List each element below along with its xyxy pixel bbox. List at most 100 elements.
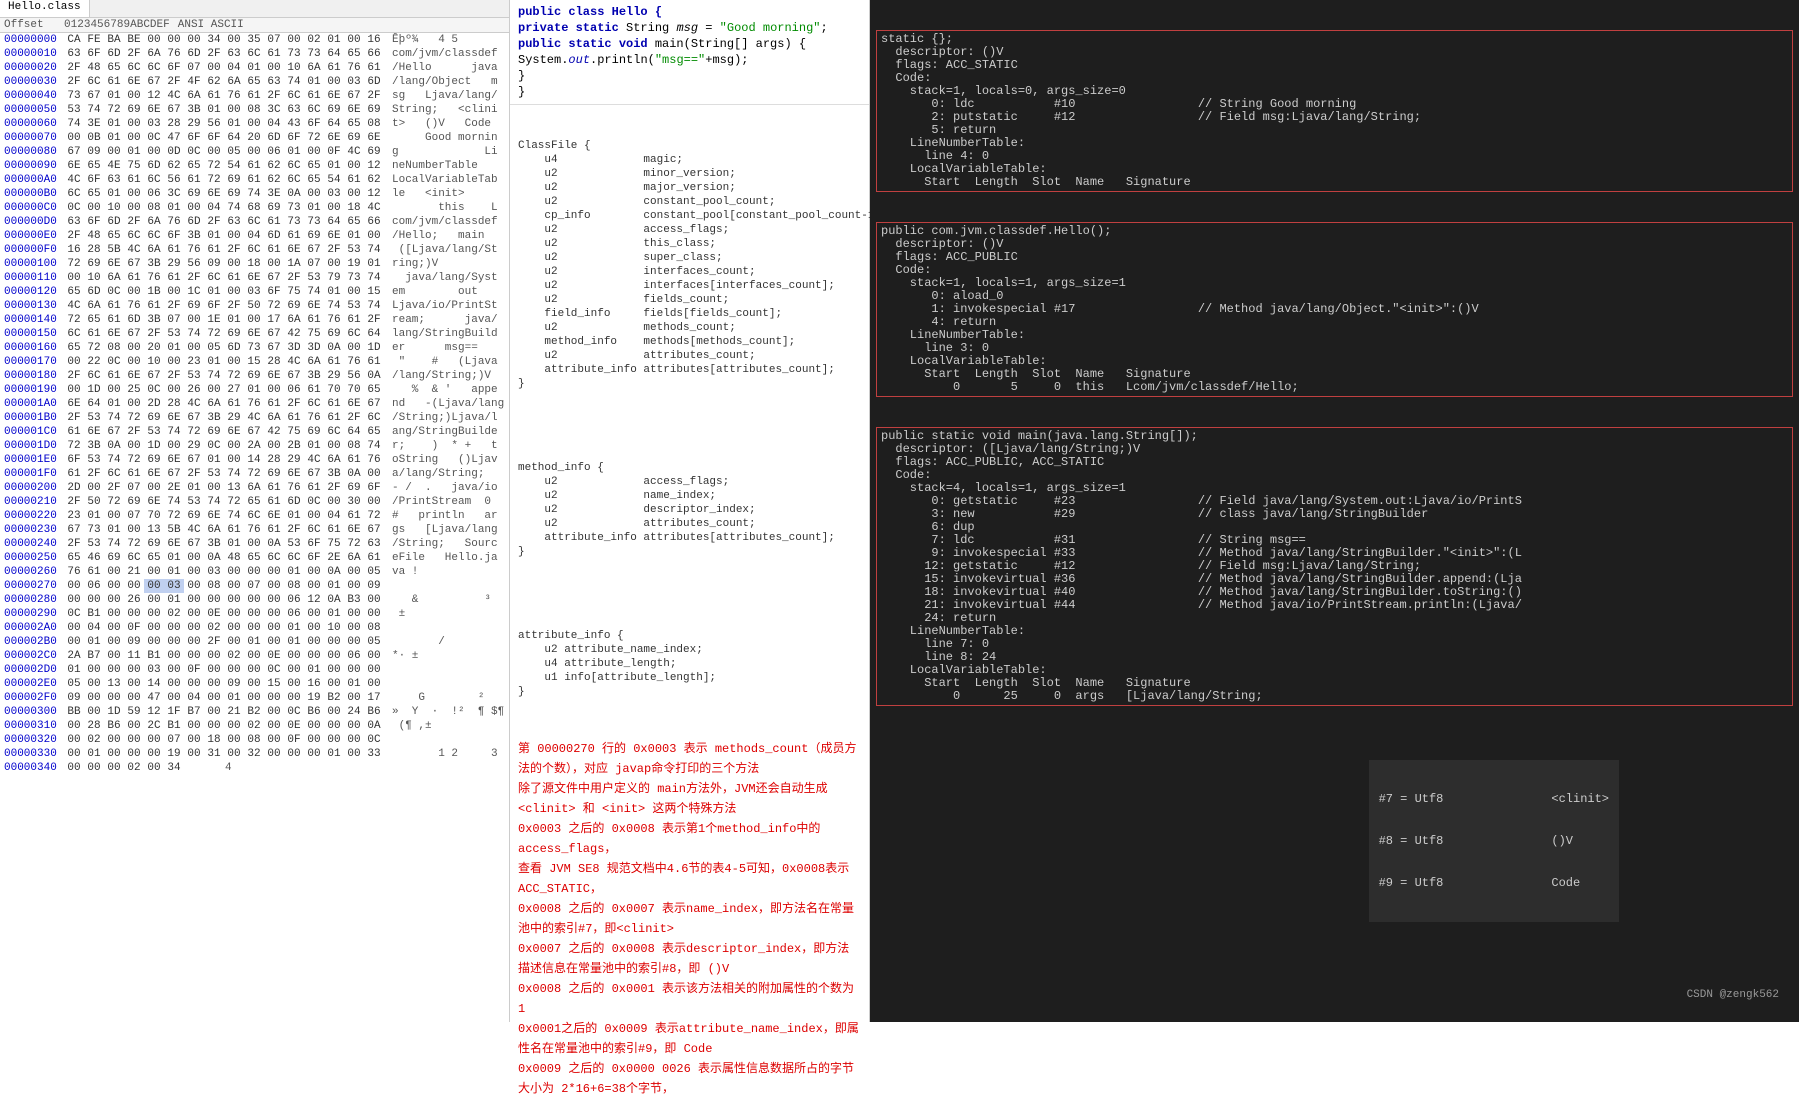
hex-offset[interactable]: 00000220 bbox=[0, 509, 64, 523]
hex-bytes[interactable]: 766100210001000300000001000A0005 bbox=[64, 565, 384, 579]
hex-row[interactable]: 0000008067090001000D0C0005000601000F4C69… bbox=[0, 145, 509, 159]
hex-offset[interactable]: 00000160 bbox=[0, 341, 64, 355]
hex-row[interactable]: 0000033000010000001900310032000000010033… bbox=[0, 747, 509, 761]
hex-bytes[interactable]: 72696E673B2956090018001A07001901 bbox=[64, 257, 384, 271]
hex-row[interactable]: 000002C02AB70011B100000002000E0000000600… bbox=[0, 649, 509, 663]
hex-offset[interactable]: 00000150 bbox=[0, 327, 64, 341]
hex-row[interactable]: 00000190001D00250C0026002701000661707065… bbox=[0, 383, 509, 397]
hex-offset[interactable]: 000001B0 bbox=[0, 411, 64, 425]
hex-row[interactable]: 0000017000220C00100023010015284C6A617661… bbox=[0, 355, 509, 369]
hex-bytes[interactable]: 230100077072696E746C6E0100046172 bbox=[64, 509, 384, 523]
hex-row[interactable]: 000000B06C650100063C696E69743E0A00030012… bbox=[0, 187, 509, 201]
hex-bytes[interactable]: 656D0C001B001C0100036F7574010015 bbox=[64, 285, 384, 299]
hex-row[interactable]: 0000016065720800200100056D73673D3D0A001D… bbox=[0, 341, 509, 355]
hex-offset[interactable]: 00000270 bbox=[0, 579, 64, 593]
hex-offset[interactable]: 000001A0 bbox=[0, 397, 64, 411]
hex-bytes[interactable]: 00010000001900310032000000010033 bbox=[64, 747, 384, 761]
hex-offset[interactable]: 000000D0 bbox=[0, 215, 64, 229]
hex-bytes[interactable]: 636F6D2F6A766D2F636C617373646566 bbox=[64, 47, 384, 61]
hex-row[interactable]: 000000A04C6F63616C5661726961626C65546162… bbox=[0, 173, 509, 187]
hex-offset[interactable]: 00000200 bbox=[0, 481, 64, 495]
hex-offset[interactable]: 000002F0 bbox=[0, 691, 64, 705]
hex-offset[interactable]: 00000290 bbox=[0, 607, 64, 621]
hex-bytes[interactable]: 2F48656C6C6F0700040100106A617661 bbox=[64, 61, 384, 75]
hex-row[interactable]: 0000027000060000000300080007000800010009 bbox=[0, 579, 509, 593]
hex-offset[interactable]: 000001D0 bbox=[0, 439, 64, 453]
hex-bytes[interactable]: 0C00100008010004746869730100184C bbox=[64, 201, 384, 215]
hex-offset[interactable]: 00000020 bbox=[0, 61, 64, 75]
hex-row[interactable]: 000000202F48656C6C6F0700040100106A617661… bbox=[0, 61, 509, 75]
hex-offset[interactable]: 00000280 bbox=[0, 593, 64, 607]
hex-row[interactable]: 000002002D002F07002E0100136A6176612F696F… bbox=[0, 481, 509, 495]
hex-offset[interactable]: 00000010 bbox=[0, 47, 64, 61]
hex-offset[interactable]: 00000030 bbox=[0, 75, 64, 89]
hex-row[interactable]: 000001F0612F6C616E672F537472696E673B0A00… bbox=[0, 467, 509, 481]
hex-row[interactable]: 00000120656D0C001B001C0100036F7574010015… bbox=[0, 285, 509, 299]
hex-bytes[interactable]: 73670100124C6A6176612F6C616E672F bbox=[64, 89, 384, 103]
hex-bytes[interactable]: 6546696C6501000A48656C6C6F2E6A61 bbox=[64, 551, 384, 565]
hex-row[interactable]: 000000C00C00100008010004746869730100184C… bbox=[0, 201, 509, 215]
hex-row[interactable]: 000001304C6A6176612F696F2F5072696E745374… bbox=[0, 299, 509, 313]
hex-bytes[interactable]: 0004000F000000020000000100100008 bbox=[64, 621, 384, 635]
hex-row[interactable]: 0000004073670100124C6A6176612F6C616E672F… bbox=[0, 89, 509, 103]
hex-row[interactable]: 000002B0000100090000002F0001000100000005… bbox=[0, 635, 509, 649]
hex-offset[interactable]: 00000080 bbox=[0, 145, 64, 159]
hex-bytes[interactable]: 2F5072696E7453747265616D0C003000 bbox=[64, 495, 384, 509]
hex-row[interactable]: 00000340000000020034 4 bbox=[0, 761, 509, 775]
hex-row[interactable]: 00000010636F6D2F6A766D2F636C617373646566… bbox=[0, 47, 509, 61]
hex-row[interactable]: 0000010072696E673B2956090018001A07001901… bbox=[0, 257, 509, 271]
hex-offset[interactable]: 00000260 bbox=[0, 565, 64, 579]
hex-offset[interactable]: 00000310 bbox=[0, 719, 64, 733]
hex-offset[interactable]: 00000330 bbox=[0, 747, 64, 761]
hex-row[interactable]: 00000070000B01000C476F6F64206D6F726E696E… bbox=[0, 131, 509, 145]
hex-offset[interactable]: 000002B0 bbox=[0, 635, 64, 649]
hex-offset[interactable]: 00000230 bbox=[0, 523, 64, 537]
hex-bytes[interactable]: 001D00250C0026002701000661707065 bbox=[64, 383, 384, 397]
hex-bytes[interactable]: 6F537472696E6701001428294C6A6176 bbox=[64, 453, 384, 467]
hex-row[interactable]: 00000300BB001D59121FB70021B2000CB60024B6… bbox=[0, 705, 509, 719]
hex-bytes[interactable]: 636F6D2F6A766D2F636C617373646566 bbox=[64, 215, 384, 229]
hex-bytes[interactable]: 67090001000D0C0005000601000F4C69 bbox=[64, 145, 384, 159]
hex-bytes[interactable]: 2F6C616E672F4F626A6563740100036D bbox=[64, 75, 384, 89]
hex-offset[interactable]: 000000F0 bbox=[0, 243, 64, 257]
hex-bytes[interactable]: 2AB70011B100000002000E0000000600 bbox=[64, 649, 384, 663]
hex-row[interactable]: 000001C0616E672F537472696E674275696C6465… bbox=[0, 425, 509, 439]
hex-bytes[interactable]: 2D002F07002E0100136A6176612F696F bbox=[64, 481, 384, 495]
hex-bytes[interactable]: 00060000000300080007000800010009 bbox=[64, 579, 384, 593]
hex-offset[interactable]: 00000210 bbox=[0, 495, 64, 509]
hex-bytes[interactable]: 616E672F537472696E674275696C6465 bbox=[64, 425, 384, 439]
hex-bytes[interactable]: 612F6C616E672F537472696E673B0A00 bbox=[64, 467, 384, 481]
hex-offset[interactable]: 00000170 bbox=[0, 355, 64, 369]
hex-bytes[interactable]: 000100090000002F0001000100000005 bbox=[64, 635, 384, 649]
hex-offset[interactable]: 00000300 bbox=[0, 705, 64, 719]
hex-offset[interactable]: 00000180 bbox=[0, 369, 64, 383]
hex-offset[interactable]: 000002E0 bbox=[0, 677, 64, 691]
hex-bytes[interactable]: 6E6401002D284C6A6176612F6C616E67 bbox=[64, 397, 384, 411]
hex-offset[interactable]: 000002C0 bbox=[0, 649, 64, 663]
hex-row[interactable]: 000001506C616E672F537472696E674275696C64… bbox=[0, 327, 509, 341]
hex-offset[interactable]: 000001C0 bbox=[0, 425, 64, 439]
hex-bytes[interactable]: 2F537472696E673B294C6A6176612F6C bbox=[64, 411, 384, 425]
hex-row[interactable]: 00000060743E010003282956010004436F646508… bbox=[0, 117, 509, 131]
disassembly-panel[interactable]: static {}; descriptor: ()V flags: ACC_ST… bbox=[870, 0, 1799, 1022]
hex-row[interactable]: 000001E06F537472696E6701001428294C6A6176… bbox=[0, 453, 509, 467]
hex-bytes[interactable]: 0028B6002CB100000002000E0000000A bbox=[64, 719, 384, 733]
hex-row[interactable]: 00000000CAFEBABE000000340035070002010016… bbox=[0, 33, 509, 47]
hex-bytes[interactable]: 2F537472696E673B01000A536F757263 bbox=[64, 537, 384, 551]
hex-row[interactable]: 000002102F5072696E7453747265616D0C003000… bbox=[0, 495, 509, 509]
hex-offset[interactable]: 00000000 bbox=[0, 33, 64, 47]
hex-offset[interactable]: 00000110 bbox=[0, 271, 64, 285]
hex-bytes[interactable]: 6C650100063C696E69743E0A00030012 bbox=[64, 187, 384, 201]
hex-row[interactable]: 000001802F6C616E672F537472696E673B29560A… bbox=[0, 369, 509, 383]
hex-row[interactable]: 000000302F6C616E672F4F626A6563740100036D… bbox=[0, 75, 509, 89]
hex-body[interactable]: 00000000CAFEBABE000000340035070002010016… bbox=[0, 33, 509, 1022]
hex-row[interactable]: 00000220230100077072696E746C6E0100046172… bbox=[0, 509, 509, 523]
hex-bytes[interactable]: 16285B4C6A6176612F6C616E672F5374 bbox=[64, 243, 384, 257]
hex-row[interactable]: 000000E02F48656C6C6F3B0100046D61696E0100… bbox=[0, 229, 509, 243]
hex-offset[interactable]: 00000120 bbox=[0, 285, 64, 299]
hex-offset[interactable]: 00000320 bbox=[0, 733, 64, 747]
hex-offset[interactable]: 00000090 bbox=[0, 159, 64, 173]
hex-bytes[interactable]: 4C6A6176612F696F2F5072696E745374 bbox=[64, 299, 384, 313]
file-tab[interactable]: Hello.class bbox=[0, 0, 90, 17]
hex-row[interactable]: 000000906E654E756D6265725461626C65010012… bbox=[0, 159, 509, 173]
